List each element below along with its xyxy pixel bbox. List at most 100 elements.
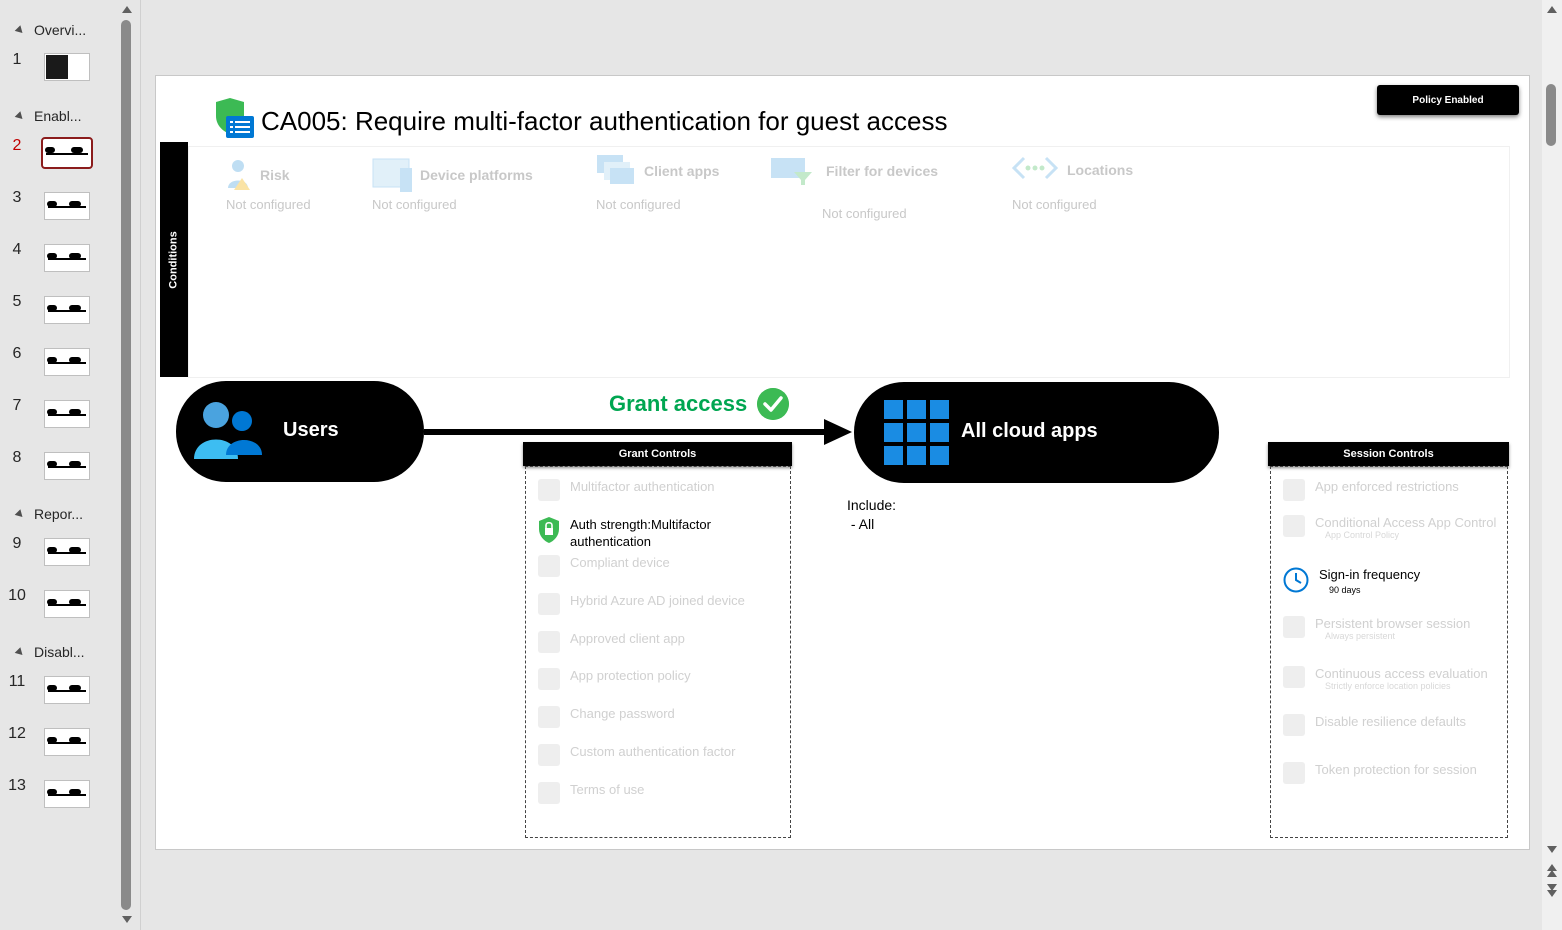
slide-number: 2 (12, 137, 22, 154)
previous-slide-icon-2[interactable] (1547, 870, 1557, 877)
session-item-app-enforced: App enforced restrictions (1283, 479, 1459, 501)
slide-number: 10 (8, 587, 26, 604)
users-icon (194, 402, 262, 459)
session-item-sign-in-frequency: Sign-in frequency 90 days (1283, 567, 1420, 595)
users-label: Users (283, 419, 339, 441)
slide-thumbnail-7[interactable] (44, 400, 90, 428)
terms-of-use-icon (538, 782, 560, 804)
scroll-up-arrow-icon[interactable] (122, 6, 132, 13)
slide-number: 7 (12, 397, 22, 414)
slide-thumbnail-8[interactable] (44, 452, 90, 480)
conditions-tab: Conditions (160, 142, 188, 377)
continuous-access-icon (1283, 666, 1305, 688)
slide-editor: Policy Enabled CA005: Require multi-fact… (140, 0, 1540, 930)
session-controls-box: App enforced restrictions Conditional Ac… (1270, 466, 1508, 838)
section-header-overview[interactable]: Overvi... (14, 22, 86, 38)
grant-access-label: Grant access (609, 391, 748, 416)
collapse-triangle-icon[interactable] (14, 24, 26, 36)
slide-thumbnail-5[interactable] (44, 296, 90, 324)
grant-controls-header: Grant Controls (523, 442, 792, 466)
apps-grid-icon (884, 400, 949, 465)
all-cloud-apps-pill[interactable]: All cloud apps (854, 382, 1219, 483)
collapse-triangle-icon[interactable] (14, 110, 26, 122)
next-slide-icon-2[interactable] (1547, 890, 1557, 897)
slide-number: 13 (8, 777, 26, 794)
session-item-app-control: Conditional Access App Control App Contro… (1283, 515, 1496, 540)
collapse-triangle-icon[interactable] (14, 646, 26, 658)
scrollbar-thumb[interactable] (1546, 84, 1556, 146)
all-cloud-apps-label: All cloud apps (961, 420, 1098, 442)
include-text: Include: - All (847, 497, 897, 532)
session-item-resilience: Disable resilience defaults (1283, 714, 1466, 736)
slide-thumbnail-4[interactable] (44, 244, 90, 272)
client-apps-icon (597, 155, 634, 184)
shield-policy-icon (216, 98, 254, 138)
clock-icon (1283, 567, 1309, 593)
risk-user-icon (228, 160, 250, 190)
app-control-icon (1283, 515, 1305, 537)
scrollbar-thumb[interactable] (121, 20, 131, 910)
users-pill[interactable]: Users (176, 381, 424, 482)
scroll-up-arrow-icon[interactable] (1547, 6, 1557, 13)
slide-thumbnail-11[interactable] (44, 676, 90, 704)
session-item-persistent-browser: Persistent browser session Always persist… (1283, 616, 1470, 641)
grant-item-auth-strength: Auth strength:Multifactor authentication (538, 517, 711, 549)
slide-canvas[interactable]: Policy Enabled CA005: Require multi-fact… (155, 75, 1530, 850)
grant-item-hybrid-joined: Hybrid Azure AD joined device (538, 593, 745, 615)
section-header-enabled[interactable]: Enabl... (14, 108, 81, 124)
app-protection-icon (538, 668, 560, 690)
laptop-icon (538, 593, 560, 615)
section-header-disabled[interactable]: Disabl... (14, 644, 85, 660)
thumbnail-scrollbar[interactable] (118, 0, 136, 930)
session-item-token-protection: Token protection for session (1283, 762, 1477, 784)
browser-icon (1283, 616, 1305, 638)
slide-number: 3 (12, 189, 22, 206)
slide-thumbnail-13[interactable] (44, 780, 90, 808)
scroll-down-arrow-icon[interactable] (122, 916, 132, 923)
slide-number: 8 (12, 449, 22, 466)
lock-shield-icon (538, 479, 560, 501)
session-controls-header: Session Controls (1268, 442, 1509, 466)
slide-number: 1 (12, 51, 22, 68)
editor-scrollbar[interactable] (1542, 0, 1562, 930)
app-enforced-icon (1283, 479, 1305, 501)
grant-controls-box: Multifactor authentication Auth strength… (525, 466, 791, 838)
slide-thumbnail-1[interactable] (44, 53, 90, 81)
resilience-icon (1283, 714, 1305, 736)
slide-thumbnail-9[interactable] (44, 538, 90, 566)
compliant-device-icon (538, 555, 560, 577)
app-window: Overvi... 1 Enabl... 2 3 4 5 6 7 8 Repor… (0, 0, 1562, 930)
grant-item-compliant-device: Compliant device (538, 555, 670, 577)
filter-devices-icon (771, 158, 812, 185)
slide-thumbnail-2[interactable] (41, 137, 93, 169)
locations-icon (1012, 156, 1058, 180)
grant-item-terms-of-use: Terms of use (538, 782, 644, 804)
slide-number: 11 (8, 673, 26, 690)
slide-number: 9 (12, 535, 22, 552)
token-shield-icon (1283, 762, 1305, 784)
collapse-triangle-icon[interactable] (14, 508, 26, 520)
slide-thumbnail-10[interactable] (44, 590, 90, 618)
device-platforms-icon (372, 158, 412, 192)
checkmark-icon (757, 388, 789, 420)
slide-thumbnail-12[interactable] (44, 728, 90, 756)
scroll-down-arrow-icon[interactable] (1547, 846, 1557, 853)
slide-number: 4 (12, 241, 22, 258)
green-lock-shield-icon (539, 517, 559, 543)
page-title: CA005: Require multi-factor authenticati… (261, 106, 948, 136)
custom-factor-icon (538, 744, 560, 766)
app-grid-icon (538, 631, 560, 653)
slide-thumbnail-3[interactable] (44, 192, 90, 220)
slide-number: 5 (12, 293, 22, 310)
key-icon (538, 706, 560, 728)
slide-number: 12 (8, 725, 26, 742)
section-header-report[interactable]: Repor... (14, 506, 83, 522)
session-item-cae: Continuous access evaluation Strictly enf… (1283, 666, 1488, 691)
grant-item-change-password: Change password (538, 706, 675, 728)
flow-arrow-head (824, 419, 852, 445)
grant-item-app-protection: App protection policy (538, 668, 691, 690)
grant-item-mfa: Multifactor authentication (538, 479, 715, 501)
slide-thumbnail-6[interactable] (44, 348, 90, 376)
policy-enabled-badge[interactable]: Policy Enabled (1377, 85, 1519, 115)
grant-item-approved-app: Approved client app (538, 631, 685, 653)
